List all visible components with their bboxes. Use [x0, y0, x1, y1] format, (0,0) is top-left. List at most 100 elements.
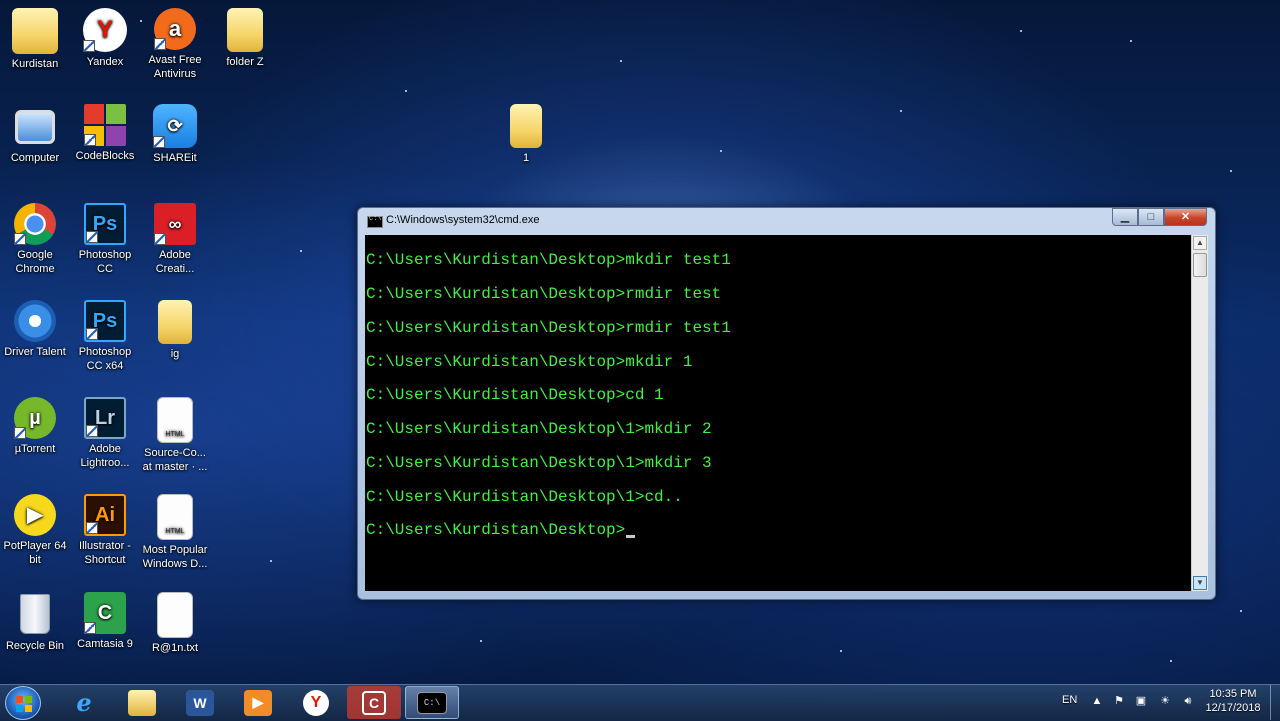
yandex-icon: Y: [83, 8, 127, 52]
console-line: C:\Users\Kurdistan\Desktop\1>mkdir 2: [366, 420, 712, 438]
avast-icon: a: [154, 8, 196, 50]
language-indicator[interactable]: EN: [1062, 694, 1077, 706]
desktop-icon-ig[interactable]: ig: [140, 300, 210, 361]
desktop-icon-label: µTorrent: [14, 443, 56, 455]
network-icon[interactable]: ▣: [1134, 694, 1148, 708]
console-line: C:\Users\Kurdistan\Desktop>mkdir test1: [366, 251, 731, 269]
folder-icon: [510, 104, 542, 148]
scroll-thumb[interactable]: [1193, 253, 1207, 277]
desktop-icon-label: folder Z: [226, 56, 264, 68]
shareit-icon: ⟳: [153, 104, 197, 148]
codeblocks-icon: [84, 104, 126, 146]
desktop-icon-kurdistan[interactable]: Kurdistan: [0, 8, 70, 71]
maximize-icon: □: [1147, 211, 1155, 223]
desktop-icon-google-chrome[interactable]: Google Chrome: [0, 203, 70, 276]
desktop-icon-codeblocks[interactable]: CodeBlocks: [70, 104, 140, 163]
console-line: C:\Users\Kurdistan\Desktop\1>cd..: [366, 488, 683, 506]
desktop-icon-label: Google Chrome: [15, 249, 55, 275]
utorrent-icon: µ: [14, 397, 56, 439]
desktop-icon-adobe-creative-cloud[interactable]: ∞ Adobe Creati...: [140, 203, 210, 276]
folder-icon: [227, 8, 263, 52]
desktop-icon-lightroom[interactable]: Lr Adobe Lightroo...: [70, 397, 140, 470]
desktop-icon-r1n-txt[interactable]: R@1n.txt: [140, 592, 210, 655]
desktop-icon-label: Yandex: [86, 56, 124, 68]
desktop-icon-label: ig: [170, 348, 180, 360]
minimize-button[interactable]: ▁: [1112, 208, 1138, 226]
action-center-flag-icon[interactable]: ⚑: [1112, 694, 1126, 708]
brightness-icon[interactable]: ☀: [1158, 694, 1172, 708]
minimize-icon: ▁: [1120, 211, 1130, 223]
desktop-icon-utorrent[interactable]: µ µTorrent: [0, 397, 70, 456]
desktop-icon-most-popular[interactable]: HTML Most Popular Windows D...: [140, 494, 210, 571]
lightroom-icon: Lr: [84, 397, 126, 439]
photoshop-icon: Ps: [84, 300, 126, 342]
camtasia-icon: C: [362, 690, 386, 715]
maximize-button[interactable]: □: [1138, 208, 1164, 226]
desktop-icon-avast[interactable]: a Avast Free Antivirus: [140, 8, 210, 81]
scroll-up-button[interactable]: ▲: [1193, 236, 1207, 250]
vertical-scrollbar[interactable]: ▲ ▼: [1191, 235, 1208, 591]
desktop-icon-illustrator[interactable]: Ai Illustrator - Shortcut: [70, 494, 140, 567]
taskbar-media-player[interactable]: ▶: [231, 686, 285, 719]
desktop-icon-label: Adobe Creati...: [155, 249, 195, 275]
html-file-icon: HTML: [157, 494, 193, 540]
desktop-icon-computer[interactable]: Computer: [0, 104, 70, 165]
desktop-icon-label: R@1n.txt: [151, 642, 198, 654]
desktop-icon-label: Recycle Bin: [5, 640, 65, 652]
console-prompt-line[interactable]: C:\Users\Kurdistan\Desktop>: [366, 521, 636, 539]
word-icon: W: [186, 689, 214, 716]
clock-date: 12/17/2018: [1205, 702, 1261, 714]
desktop-icon-label: Avast Free Antivirus: [148, 54, 202, 80]
arrow-up-icon: ▲: [1196, 238, 1204, 247]
yandex-icon: Y: [303, 689, 329, 716]
show-hidden-icons-icon[interactable]: ▲: [1090, 694, 1104, 708]
desktop-icon-photoshop-cc[interactable]: Ps Photoshop CC: [70, 203, 140, 276]
show-desktop-button[interactable]: [1270, 685, 1280, 720]
scroll-down-button[interactable]: ▼: [1193, 576, 1207, 590]
desktop-icon-label: Photoshop CC: [78, 249, 132, 275]
volume-icon[interactable]: 🔊︎: [1181, 694, 1195, 708]
desktop-icon-recycle-bin[interactable]: Recycle Bin: [0, 592, 70, 653]
desktop-icon-potplayer[interactable]: ▶ PotPlayer 64 bit: [0, 494, 70, 567]
console-line: C:\Users\Kurdistan\Desktop\1>mkdir 3: [366, 454, 712, 472]
desktop-icon-label: Most Popular Windows D...: [142, 544, 208, 570]
cmd-icon: [367, 215, 383, 228]
folder-icon: [158, 300, 192, 344]
taskbar-cmd[interactable]: C:\: [405, 686, 459, 719]
chrome-icon: [14, 203, 56, 245]
camtasia-icon: C: [84, 592, 126, 634]
desktop-icon-shareit[interactable]: ⟳ SHAREit: [140, 104, 210, 165]
desktop-icon-folder-1[interactable]: 1: [491, 104, 561, 165]
console-output[interactable]: C:\Users\Kurdistan\Desktop>mkdir test1 C…: [365, 235, 1191, 591]
html-file-icon: HTML: [157, 397, 193, 443]
window-title: C:\Windows\system32\cmd.exe: [386, 214, 540, 226]
driver-talent-icon: [14, 300, 56, 342]
desktop-icon-label: Adobe Lightroo...: [80, 443, 130, 469]
console-line: C:\Users\Kurdistan\Desktop>rmdir test1: [366, 319, 731, 337]
desktop-icon-driver-talent[interactable]: Driver Talent: [0, 300, 70, 359]
arrow-down-icon: ▼: [1196, 578, 1204, 587]
media-player-icon: ▶: [244, 689, 272, 716]
desktop-icon-yandex[interactable]: Y Yandex: [70, 8, 140, 69]
taskbar-camtasia[interactable]: C: [347, 686, 401, 719]
desktop-icon-camtasia[interactable]: C Camtasia 9: [70, 592, 140, 651]
taskbar-file-explorer[interactable]: [115, 686, 169, 719]
cmd-window[interactable]: C:\Windows\system32\cmd.exe ▁ □ ✕ C:\Use…: [357, 207, 1216, 600]
taskbar-yandex[interactable]: Y: [289, 686, 343, 719]
windows-logo-icon: [16, 696, 32, 712]
text-cursor: [626, 535, 636, 538]
desktop-icon-label: SHAREit: [153, 152, 197, 164]
potplayer-icon: ▶: [14, 494, 56, 536]
desktop-icon-photoshop-cc-x64[interactable]: Ps Photoshop CC x64: [70, 300, 140, 373]
taskbar-word[interactable]: W: [173, 686, 227, 719]
taskbar-internet-explorer[interactable]: e: [57, 686, 111, 719]
start-button[interactable]: [5, 686, 41, 720]
desktop-icon-label: Illustrator - Shortcut: [79, 540, 131, 566]
desktop-icon-label: CodeBlocks: [75, 150, 135, 162]
system-clock[interactable]: 10:35 PM 12/17/2018: [1200, 687, 1266, 715]
desktop-icon-source-code[interactable]: HTML Source-Co... at master · ...: [140, 397, 210, 474]
text-file-icon: [157, 592, 193, 638]
cmd-titlebar[interactable]: C:\Windows\system32\cmd.exe ▁ □ ✕: [358, 208, 1215, 233]
close-button[interactable]: ✕: [1164, 208, 1207, 226]
desktop-icon-folder-z[interactable]: folder Z: [210, 8, 280, 69]
